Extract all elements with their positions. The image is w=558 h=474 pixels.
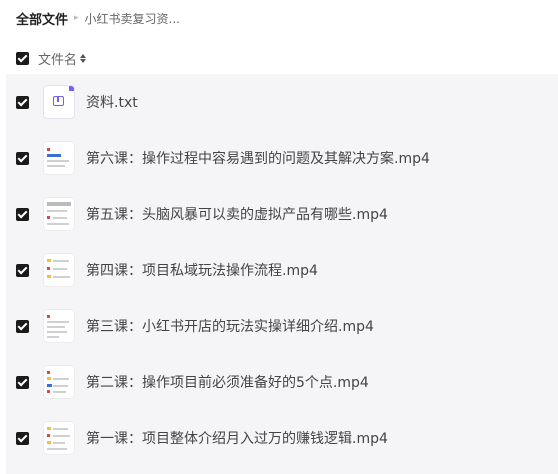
file-name[interactable]: 资料.txt bbox=[86, 92, 138, 112]
video-thumbnail-icon bbox=[44, 366, 74, 398]
file-row-checkbox[interactable] bbox=[16, 431, 29, 445]
sort-icon[interactable] bbox=[80, 53, 87, 63]
file-row[interactable]: 第五课：头脑风暴可以卖的虚拟产品有哪些.mp4 bbox=[6, 186, 558, 242]
file-row[interactable]: 第二课：操作项目前必须准备好的5个点.mp4 bbox=[6, 354, 558, 410]
video-thumbnail-icon bbox=[44, 142, 74, 174]
file-name[interactable]: 第二课：操作项目前必须准备好的5个点.mp4 bbox=[86, 372, 369, 392]
file-list: 资料.txt 第六课：操作过程中容易遇到的问题及其解决方案.mp4 第五课：头脑… bbox=[6, 74, 558, 474]
file-list-header: 文件名 bbox=[16, 48, 87, 68]
file-row-checkbox[interactable] bbox=[16, 319, 29, 333]
file-row[interactable]: 第六课：操作过程中容易遇到的问题及其解决方案.mp4 bbox=[6, 130, 558, 186]
video-thumbnail-icon bbox=[44, 310, 74, 342]
video-thumbnail-icon bbox=[44, 198, 74, 230]
file-row[interactable]: 第一课：项目整体介绍月入过万的赚钱逻辑.mp4 bbox=[6, 410, 558, 466]
file-row-checkbox[interactable] bbox=[16, 207, 29, 221]
file-name[interactable]: 第四课：项目私域玩法操作流程.mp4 bbox=[86, 260, 318, 280]
video-thumbnail-icon bbox=[44, 422, 74, 454]
column-header-filename[interactable]: 文件名 bbox=[38, 49, 77, 68]
txt-file-icon bbox=[44, 86, 74, 118]
file-name[interactable]: 第六课：操作过程中容易遇到的问题及其解决方案.mp4 bbox=[86, 148, 430, 168]
breadcrumb-root-link[interactable]: 全部文件 bbox=[16, 9, 68, 28]
file-row-checkbox[interactable] bbox=[16, 95, 29, 109]
breadcrumb: 全部文件 ▸ 小红书卖复习资... bbox=[16, 9, 180, 28]
video-thumbnail-icon bbox=[44, 254, 74, 286]
file-name[interactable]: 第一课：项目整体介绍月入过万的赚钱逻辑.mp4 bbox=[86, 428, 388, 448]
file-row[interactable]: 资料.txt bbox=[6, 74, 558, 130]
breadcrumb-separator-icon: ▸ bbox=[74, 13, 79, 23]
select-all-checkbox[interactable] bbox=[16, 51, 29, 65]
file-row-checkbox[interactable] bbox=[16, 375, 29, 389]
file-row-checkbox[interactable] bbox=[16, 151, 29, 165]
file-name[interactable]: 第五课：头脑风暴可以卖的虚拟产品有哪些.mp4 bbox=[86, 204, 388, 224]
file-row[interactable]: 第三课：小红书开店的玩法实操详细介绍.mp4 bbox=[6, 298, 558, 354]
file-row-checkbox[interactable] bbox=[16, 263, 29, 277]
breadcrumb-current-folder: 小红书卖复习资... bbox=[84, 11, 180, 26]
file-name[interactable]: 第三课：小红书开店的玩法实操详细介绍.mp4 bbox=[86, 316, 374, 336]
file-row[interactable]: 第四课：项目私域玩法操作流程.mp4 bbox=[6, 242, 558, 298]
